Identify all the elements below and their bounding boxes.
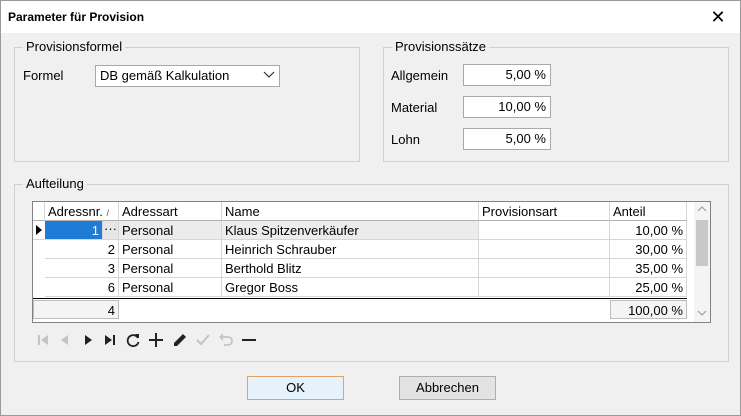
table-cell-name[interactable]: Heinrich Schrauber <box>222 240 479 259</box>
close-icon[interactable]: ✕ <box>705 5 731 29</box>
table-cell-name[interactable]: Berthold Blitz <box>222 259 479 278</box>
table-cell-anteil[interactable]: 10,00 % <box>610 221 687 240</box>
row-indicator-icon <box>33 221 45 240</box>
rates-legend: Provisionssätze <box>392 39 490 54</box>
formula-combobox[interactable]: DB gemäß Kalkulation <box>95 65 280 87</box>
rate-input-material[interactable]: 10,00 % <box>463 96 551 118</box>
table-cell-adressnr[interactable]: 6 <box>45 278 119 297</box>
table-cell-provisionsart[interactable] <box>479 240 610 259</box>
rate-label-material: Material <box>391 100 438 115</box>
rate-value-lohn: 5,00 % <box>505 131 546 146</box>
formula-label: Formel <box>23 68 64 83</box>
table-cell-adressnr[interactable]: 3 <box>45 259 119 278</box>
scroll-up-icon[interactable] <box>697 206 707 212</box>
rate-label-lohn: Lohn <box>391 132 420 147</box>
dialog-window: Parameter für Provision ✕ Provisionsform… <box>0 0 741 416</box>
table-cell-anteil[interactable]: 35,00 % <box>610 259 687 278</box>
footer-count: 4 <box>33 300 119 319</box>
rate-input-allgemein[interactable]: 5,00 % <box>463 64 551 86</box>
sort-indicator-icon: / <box>106 208 110 218</box>
add-icon[interactable] <box>147 331 165 349</box>
table-cell-provisionsart[interactable] <box>479 278 610 297</box>
column-header-anteil[interactable]: Anteil <box>610 202 687 221</box>
distribution-grid[interactable]: Adressnr. / Adressart Name Provisionsart… <box>32 201 711 323</box>
prior-record-icon[interactable] <box>56 331 74 349</box>
formula-legend: Provisionsformel <box>23 39 126 54</box>
ok-button[interactable]: OK <box>247 376 344 400</box>
post-icon[interactable] <box>194 331 212 349</box>
table-cell-adressart[interactable]: Personal <box>119 278 222 297</box>
table-cell-provisionsart[interactable] <box>479 259 610 278</box>
distribution-legend: Aufteilung <box>23 176 87 191</box>
ellipsis-button[interactable]: ··· <box>103 221 119 240</box>
title-bar[interactable]: Parameter für Provision ✕ <box>1 1 740 33</box>
table-cell-provisionsart[interactable] <box>479 221 610 240</box>
rate-input-lohn[interactable]: 5,00 % <box>463 128 551 150</box>
rate-value-material: 10,00 % <box>498 99 546 114</box>
last-record-icon[interactable] <box>101 331 119 349</box>
edit-icon[interactable] <box>171 331 189 349</box>
next-record-icon[interactable] <box>79 331 97 349</box>
rate-value-allgemein: 5,00 % <box>505 67 546 82</box>
scroll-down-icon[interactable] <box>697 310 707 316</box>
delete-icon[interactable] <box>240 331 258 349</box>
column-header-name[interactable]: Name <box>222 202 479 221</box>
row-indicator-header <box>33 202 45 221</box>
table-cell-name[interactable]: Gregor Boss <box>222 278 479 297</box>
footer-separator <box>33 298 687 299</box>
table-cell-anteil[interactable]: 25,00 % <box>610 278 687 297</box>
table-cell-adressart[interactable]: Personal <box>119 221 222 240</box>
table-cell-adressnr[interactable]: 1 <box>45 221 103 240</box>
refresh-icon[interactable] <box>124 331 142 349</box>
column-header-provisionsart[interactable]: Provisionsart <box>479 202 610 221</box>
formula-value: DB gemäß Kalkulation <box>100 68 230 83</box>
footer-total: 100,00 % <box>610 300 687 319</box>
table-cell-adressart[interactable]: Personal <box>119 259 222 278</box>
table-cell-name[interactable]: Klaus Spitzenverkäufer <box>222 221 479 240</box>
chevron-down-icon[interactable] <box>262 68 276 82</box>
cancel-button[interactable]: Abbrechen <box>399 376 496 400</box>
scroll-thumb[interactable] <box>696 220 708 266</box>
window-title: Parameter für Provision <box>8 10 145 24</box>
column-header-adressnr[interactable]: Adressnr. / <box>45 202 119 221</box>
rate-label-allgemein: Allgemein <box>391 68 449 83</box>
table-cell-anteil[interactable]: 30,00 % <box>610 240 687 259</box>
header-label: Adressnr. <box>48 204 103 219</box>
table-cell-adressnr[interactable]: 2 <box>45 240 119 259</box>
table-cell-adressart[interactable]: Personal <box>119 240 222 259</box>
vertical-scrollbar[interactable] <box>694 202 710 322</box>
column-header-adressart[interactable]: Adressart <box>119 202 222 221</box>
first-record-icon[interactable] <box>34 331 52 349</box>
cancel-edit-icon[interactable] <box>217 331 235 349</box>
